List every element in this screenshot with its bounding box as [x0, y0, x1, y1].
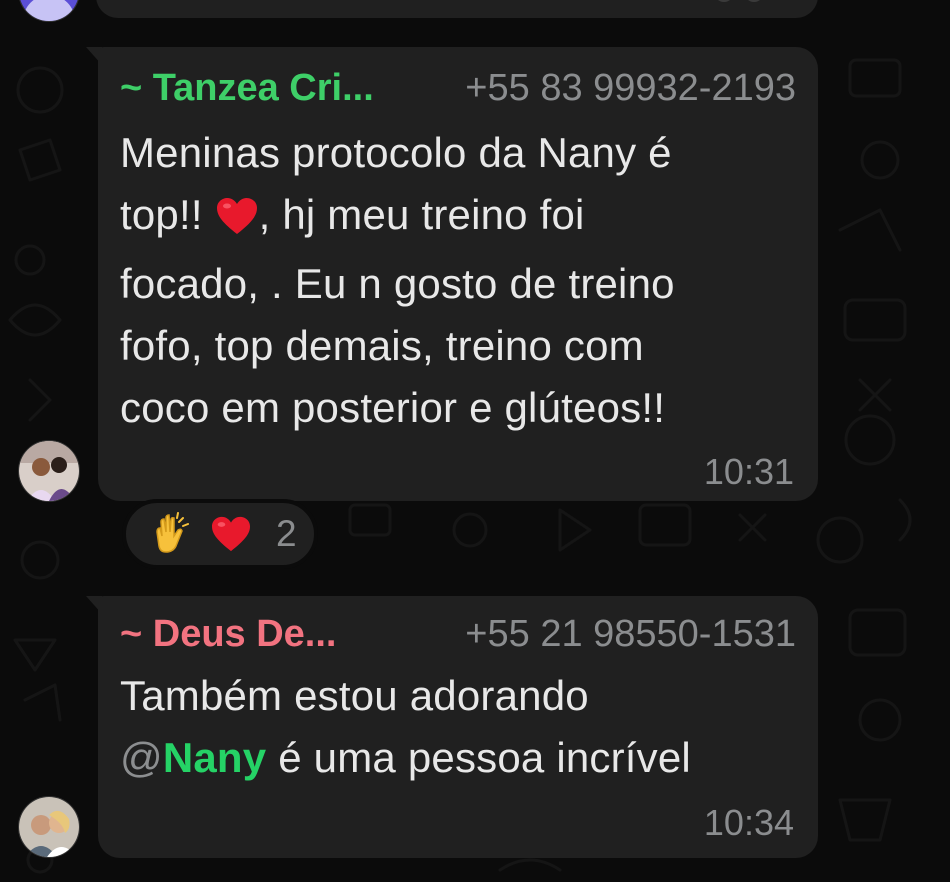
message-line-part: é uma pessoa incrível	[266, 734, 691, 781]
message-text: Meninas protocolo da Nany é top!! , hj m…	[120, 122, 788, 439]
mention-at-symbol: @	[120, 734, 163, 781]
message-line: Também estou adorando	[120, 672, 589, 719]
message-line: Meninas protocolo da Nany é	[120, 129, 672, 176]
message-header: ~ Deus De... +55 21 98550-1531	[120, 611, 796, 657]
avatar[interactable]	[18, 440, 80, 502]
red-heart-icon	[208, 511, 254, 557]
message-line: fofo, top demais, treino com	[120, 322, 644, 369]
message-bubble[interactable]: ~ Tanzea Cri... +55 83 99932-2193 Menina…	[98, 47, 818, 501]
sender-phone[interactable]: +55 83 99932-2193	[465, 65, 796, 111]
message-status-icon	[718, 0, 760, 2]
message-header: ~ Tanzea Cri... +55 83 99932-2193	[120, 65, 796, 111]
reactions-pill[interactable]: 2	[122, 499, 318, 569]
mention-link[interactable]: Nany	[163, 734, 267, 781]
message-line-part: , hj meu treino foi	[258, 191, 585, 238]
message-line-part: top!!	[120, 191, 215, 238]
avatar[interactable]	[18, 796, 80, 858]
clapping-hands-icon	[148, 511, 194, 557]
sender-name[interactable]: ~ Tanzea Cri...	[120, 65, 374, 111]
message-line: top!! , hj meu treino foi	[120, 184, 788, 253]
message-time: 10:31	[703, 451, 794, 492]
message-text: Também estou adorando @Nany é uma pessoa…	[120, 665, 788, 789]
message-line: focado, . Eu n gosto de treino	[120, 260, 675, 307]
message-line: coco em posterior e glúteos!!	[120, 384, 666, 431]
message-bubble[interactable]: ~ Deus De... +55 21 98550-1531 Também es…	[98, 596, 818, 858]
message-line: @Nany é uma pessoa incrível	[120, 727, 788, 789]
message-time: 10:34	[703, 802, 794, 843]
reaction-count: 2	[276, 513, 297, 554]
red-heart-icon	[215, 191, 259, 253]
chat-screen: { "colors": { "background": "#0b0b0b", "…	[0, 0, 950, 882]
sender-phone[interactable]: +55 21 98550-1531	[465, 611, 796, 657]
sender-name[interactable]: ~ Deus De...	[120, 611, 336, 657]
